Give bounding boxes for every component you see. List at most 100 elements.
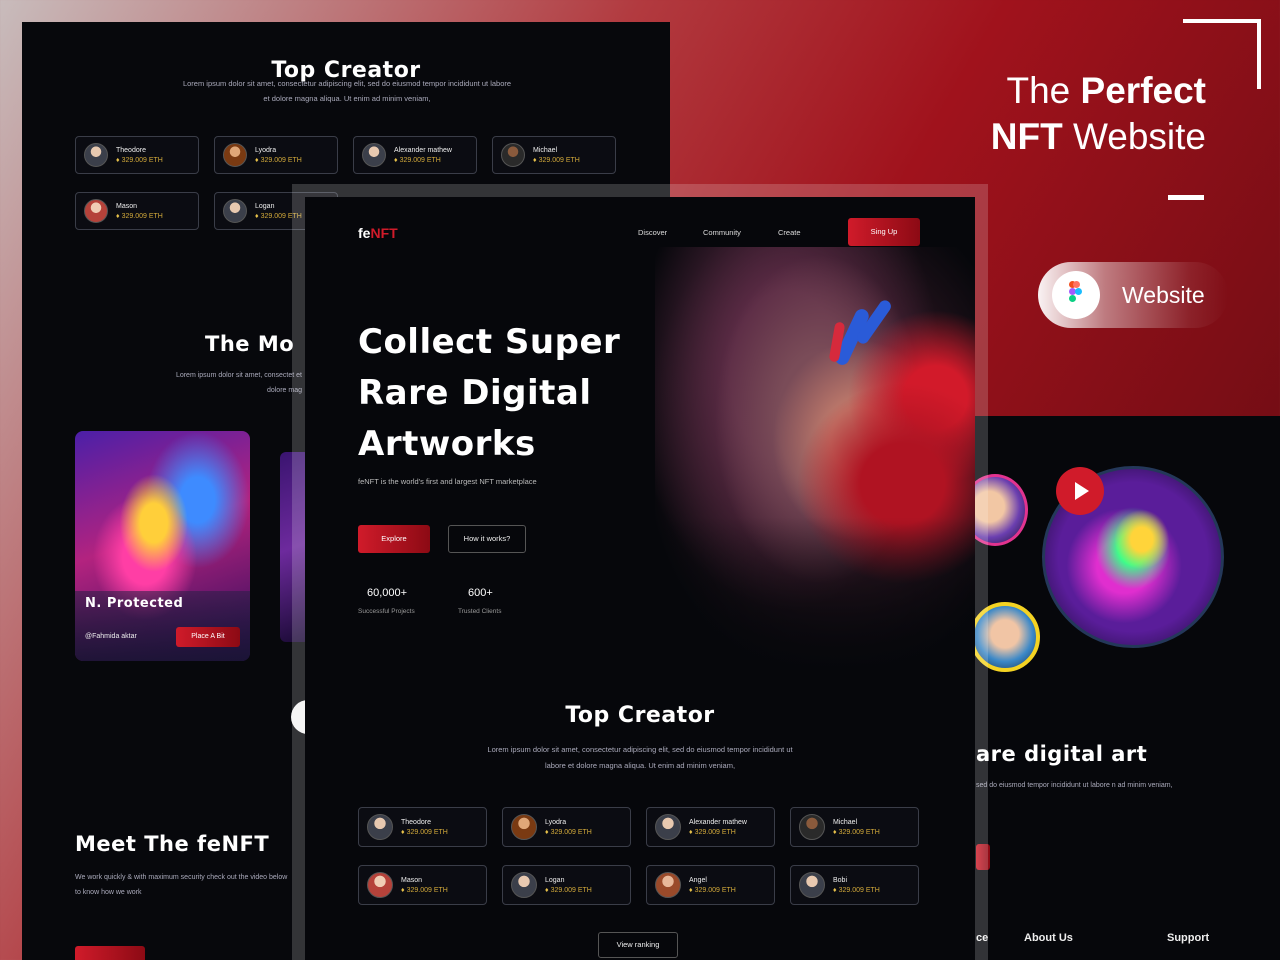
- creator-card[interactable]: Logan ♦ 329.009 ETH: [502, 865, 631, 905]
- avatar: [367, 872, 393, 898]
- view-ranking-button[interactable]: View ranking: [598, 932, 678, 958]
- figma-website-badge: Website: [1038, 262, 1228, 328]
- nav-create[interactable]: Create: [778, 228, 801, 237]
- nav-discover[interactable]: Discover: [638, 228, 667, 237]
- avatar: [655, 814, 681, 840]
- creator-value: 329.009 ETH: [406, 886, 448, 894]
- creator-grid: Theodore ♦ 329.009 ETH Lyodra ♦ 329.009 ETH …: [358, 807, 919, 905]
- eth-icon: ♦: [689, 886, 693, 894]
- creator-name: Lyodra: [545, 818, 567, 826]
- stat-value: 600+: [468, 587, 493, 599]
- creator-name: Lyodra: [255, 146, 277, 154]
- avatar: [223, 199, 247, 223]
- avatar: [511, 814, 537, 840]
- top-creator-desc: Lorem ipsum dolor sit amet, consectetur …: [487, 745, 793, 770]
- hero-subtitle: feNFT is the world's first and largest N…: [358, 477, 537, 486]
- eth-icon: ♦: [689, 828, 693, 836]
- divider-dash: [1168, 195, 1204, 200]
- hero-title-line: Rare Digital: [358, 373, 592, 413]
- creator-card[interactable]: Michael ♦ 329.009 ETH: [492, 136, 616, 174]
- stat-label: Successful Projects: [358, 608, 415, 615]
- play-button[interactable]: [1056, 467, 1104, 515]
- hero-title-line: Collect Super: [358, 322, 621, 362]
- creator-name: Logan: [545, 876, 565, 884]
- creator-name: Mason: [116, 202, 138, 210]
- headline-bold: Perfect: [1080, 70, 1206, 111]
- creator-name: Michael: [833, 818, 858, 826]
- creator-card[interactable]: Alexander mathew ♦ 329.009 ETH: [353, 136, 477, 174]
- eth-icon: ♦: [545, 828, 549, 836]
- creator-card[interactable]: Michael ♦ 329.009 ETH: [790, 807, 919, 847]
- creator-name: Michael: [533, 146, 558, 154]
- headline-bold: NFT: [990, 116, 1063, 157]
- avatar: [799, 872, 825, 898]
- nft-owner: @Fahmida aktar: [85, 633, 137, 640]
- eth-icon: ♦: [116, 156, 120, 164]
- logo-accent: NFT: [370, 225, 398, 241]
- creator-card[interactable]: Lyodra ♦ 329.009 ETH: [502, 807, 631, 847]
- how-it-works-button[interactable]: How it works?: [448, 525, 526, 553]
- hero-title: Collect Super Rare Digital Artworks: [358, 317, 698, 470]
- creator-card[interactable]: Theodore ♦ 329.009 ETH: [75, 136, 199, 174]
- site-logo[interactable]: feNFT: [358, 225, 398, 241]
- creator-value: 329.009 ETH: [260, 156, 302, 164]
- avatar: [223, 143, 247, 167]
- creator-value: 329.009 ETH: [694, 828, 736, 836]
- creator-card[interactable]: Lyodra ♦ 329.009 ETH: [214, 136, 338, 174]
- creator-value: 329.009 ETH: [550, 828, 592, 836]
- creator-card[interactable]: Theodore ♦ 329.009 ETH: [358, 807, 487, 847]
- avatar: [511, 872, 537, 898]
- front-mockup: feNFT Discover Community Create Sing Up …: [305, 197, 975, 960]
- signup-button[interactable]: Sing Up: [848, 218, 920, 246]
- stat-value: 60,000+: [367, 587, 408, 599]
- creator-value: 329.009 ETH: [121, 212, 163, 220]
- explore-button[interactable]: Explore: [358, 525, 430, 553]
- creator-value: 329.009 ETH: [838, 828, 880, 836]
- creator-card[interactable]: Bobi ♦ 329.009 ETH: [790, 865, 919, 905]
- place-bid-button[interactable]: Place A Bit: [176, 627, 240, 647]
- creator-value: 329.009 ETH: [538, 156, 580, 164]
- logo-prefix: fe: [358, 225, 371, 241]
- creator-name: Mason: [401, 876, 423, 884]
- creator-card[interactable]: Mason ♦ 329.009 ETH: [358, 865, 487, 905]
- eth-icon: ♦: [255, 156, 259, 164]
- figma-logo-circle: [1052, 271, 1100, 319]
- hero-image-fade: [655, 517, 975, 677]
- creator-value: 329.009 ETH: [121, 156, 163, 164]
- meet-title: Meet The feNFT: [75, 832, 270, 856]
- footer-link-support[interactable]: Support: [1167, 932, 1209, 944]
- eth-icon: ♦: [533, 156, 537, 164]
- badge-label: Website: [1122, 282, 1205, 308]
- section-desc: sed do eiusmod tempor incididunt ut labo…: [976, 782, 1173, 789]
- top-creator-desc: Lorem ipsum dolor sit amet, consectetur …: [182, 79, 512, 103]
- hero-image: [655, 247, 975, 677]
- avatar: [501, 143, 525, 167]
- creator-card[interactable]: Angel ♦ 329.009 ETH: [646, 865, 775, 905]
- creator-card[interactable]: Mason ♦ 329.009 ETH: [75, 192, 199, 230]
- creator-value: 329.009 ETH: [838, 886, 880, 894]
- footer-link-about[interactable]: About Us: [1024, 932, 1073, 944]
- most-section-desc: Lorem ipsum dolor sit amet, consectet et…: [175, 372, 302, 394]
- meet-button[interactable]: [75, 946, 145, 960]
- eth-icon: ♦: [116, 212, 120, 220]
- creator-name: Angel: [689, 876, 707, 884]
- creator-name: Alexander mathew: [394, 146, 452, 154]
- play-icon: [1075, 482, 1089, 500]
- eth-icon: ♦: [401, 828, 405, 836]
- creator-card[interactable]: Alexander mathew ♦ 329.009 ETH: [646, 807, 775, 847]
- stat-label: Trusted Clients: [458, 608, 502, 615]
- back-right-mockup: are digital art sed do eiusmod tempor in…: [962, 416, 1280, 960]
- eth-icon: ♦: [401, 886, 405, 894]
- avatar: [367, 814, 393, 840]
- creator-name: Bobi: [833, 876, 848, 884]
- nft-title: N. Protected: [85, 596, 184, 611]
- most-section-title: The Mo: [205, 332, 295, 356]
- nft-card[interactable]: N. Protected @Fahmida aktar Place A Bit: [75, 431, 250, 661]
- nav-community[interactable]: Community: [703, 228, 741, 237]
- eth-icon: ♦: [545, 886, 549, 894]
- eth-icon: ♦: [833, 886, 837, 894]
- eth-icon: ♦: [394, 156, 398, 164]
- meet-desc: We work quickly & with maximum security …: [75, 874, 288, 896]
- avatar: [799, 814, 825, 840]
- headline-text: The: [1006, 70, 1081, 111]
